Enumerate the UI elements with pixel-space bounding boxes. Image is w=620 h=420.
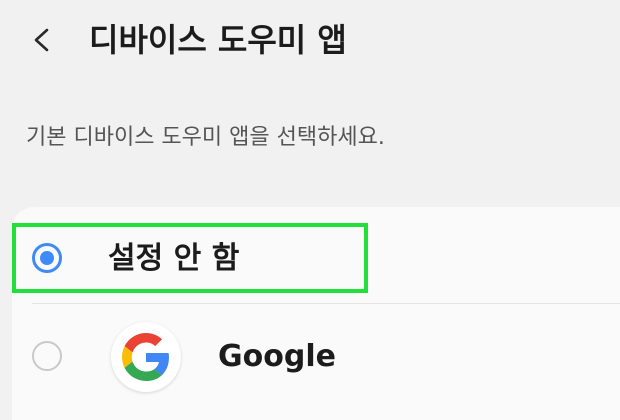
radio-button-unselected[interactable] (32, 341, 62, 371)
option-label: 설정 안 함 (108, 241, 240, 276)
app-bar: 디바이스 도우미 앱 (0, 0, 620, 86)
page-title: 디바이스 도우미 앱 (89, 21, 347, 59)
back-button[interactable] (20, 18, 64, 62)
google-g-icon (111, 322, 181, 392)
list-divider (32, 303, 620, 304)
options-list: 설정 안 함 Google (12, 207, 620, 420)
radio-button-selected[interactable] (32, 243, 62, 273)
screen: 디바이스 도우미 앱 기본 디바이스 도우미 앱을 선택하세요. 설정 안 함 … (0, 0, 620, 420)
back-arrow-icon (34, 28, 49, 52)
option-none[interactable]: 설정 안 함 (12, 211, 620, 307)
page-description: 기본 디바이스 도우미 앱을 선택하세요. (26, 125, 385, 150)
option-label: Google (218, 339, 336, 374)
